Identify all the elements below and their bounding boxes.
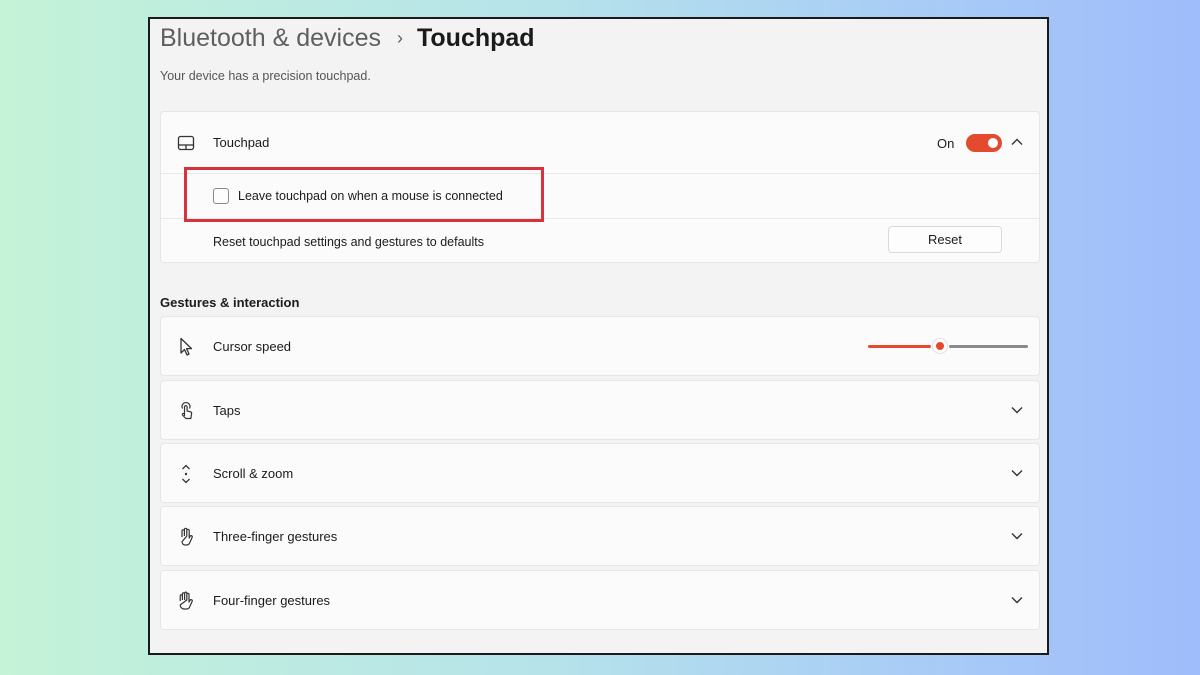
breadcrumb-parent-link[interactable]: Bluetooth & devices <box>160 24 381 53</box>
hand-icon <box>175 590 197 612</box>
toggle-knob <box>988 138 998 148</box>
cursor-speed-card: Cursor speed <box>160 316 1040 376</box>
breadcrumb: Bluetooth & devices › Touchpad <box>160 21 535 55</box>
taps-label: Taps <box>213 403 241 418</box>
three-finger-gestures-card[interactable]: Three-finger gestures <box>160 506 1040 566</box>
scroll-arrows-icon <box>175 463 197 485</box>
reset-description: Reset touchpad settings and gestures to … <box>213 235 485 249</box>
cursor-speed-label: Cursor speed <box>213 339 292 354</box>
three-finger-gestures-label: Three-finger gestures <box>213 529 338 544</box>
touchpad-icon <box>175 132 197 154</box>
slider-thumb[interactable] <box>932 338 948 354</box>
chevron-up-icon[interactable] <box>1009 134 1025 150</box>
four-finger-gestures-label: Four-finger gestures <box>213 593 331 608</box>
toggle-state-text: On <box>937 136 955 151</box>
settings-window: Bluetooth & devices › Touchpad Your devi… <box>148 17 1049 655</box>
reset-button[interactable]: Reset <box>888 226 1002 253</box>
chevron-down-icon[interactable] <box>1009 402 1025 418</box>
hand-icon <box>175 526 197 548</box>
touchpad-toggle[interactable] <box>966 134 1002 152</box>
tap-finger-icon <box>175 400 197 422</box>
breadcrumb-separator: › <box>396 27 403 48</box>
taps-card[interactable]: Taps <box>160 380 1040 440</box>
four-finger-gestures-card[interactable]: Four-finger gestures <box>160 570 1040 630</box>
slider-track-fill <box>868 345 931 348</box>
highlight-annotation-box <box>184 167 544 222</box>
cursor-arrow-icon <box>175 336 197 358</box>
chevron-down-icon[interactable] <box>1009 465 1025 481</box>
scroll-zoom-card[interactable]: Scroll & zoom <box>160 443 1040 503</box>
touchpad-header-row[interactable]: Touchpad On <box>161 112 1039 173</box>
gestures-section-title: Gestures & interaction <box>160 295 300 310</box>
chevron-down-icon[interactable] <box>1009 528 1025 544</box>
slider-track <box>949 345 1028 348</box>
page-title: Touchpad <box>416 23 535 52</box>
cursor-speed-slider[interactable] <box>868 336 1028 356</box>
scroll-zoom-label: Scroll & zoom <box>213 466 294 481</box>
chevron-down-icon[interactable] <box>1009 592 1025 608</box>
touchpad-label: Touchpad <box>213 135 270 150</box>
page-subtitle: Your device has a precision touchpad. <box>160 69 371 83</box>
